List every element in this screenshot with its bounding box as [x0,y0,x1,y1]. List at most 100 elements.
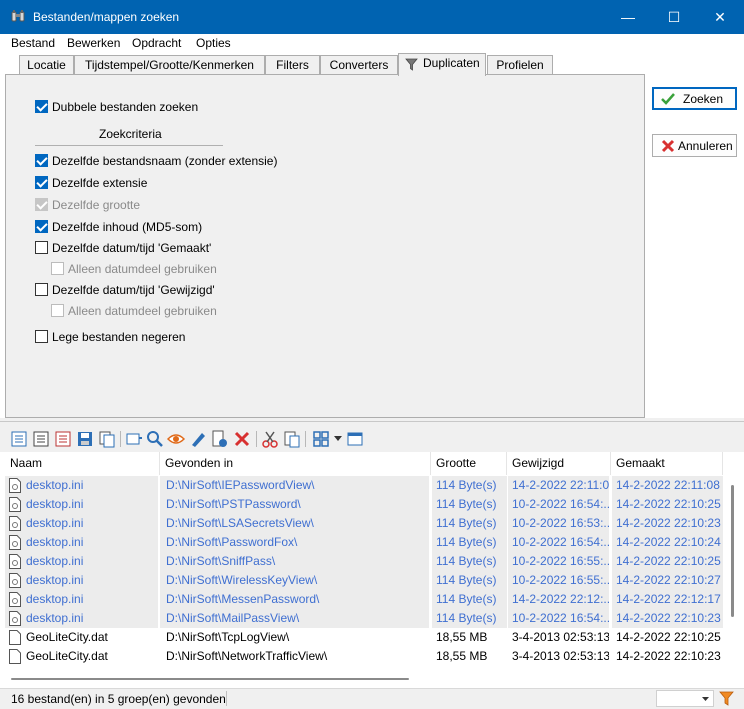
edit-icon[interactable] [189,430,207,448]
same-modified-checkbox[interactable] [35,283,48,296]
cell-modified: 14-2-2022 22:11:08 [512,478,609,492]
expand-all-icon[interactable] [10,430,28,448]
table-row[interactable]: desktop.ini D:\NirSoft\PSTPassword\ 114 By… [5,495,723,514]
tab-tijdstempel[interactable]: Tijdstempel/Grootte/Kenmerken [74,55,265,74]
chevron-down-icon[interactable] [334,436,342,442]
menu-bewerken[interactable]: Bewerken [67,36,120,50]
cell-folder: D:\NirSoft\PasswordFox\ [166,535,298,549]
tab-duplicaten[interactable]: Duplicaten [398,53,486,76]
table-row[interactable]: desktop.ini D:\NirSoft\IEPasswordView\ 114… [5,476,723,495]
cell-name: desktop.ini [26,535,84,549]
minimize-button[interactable]: — [605,0,651,34]
file-info-icon[interactable] [210,430,228,448]
view-icon[interactable] [167,430,185,448]
cell-size: 114 Byte(s) [436,592,497,606]
window-icon[interactable] [346,430,364,448]
cut-icon[interactable] [261,430,279,448]
cell-name: desktop.ini [26,592,84,606]
ignore-empty-checkbox[interactable] [35,330,48,343]
toolbar-separator [305,431,306,447]
settings-file-icon [9,554,21,569]
cell-created: 14-2-2022 22:10:23 [616,516,721,530]
cell-created: 14-2-2022 22:12:17 [616,592,721,606]
find-duplicates-checkbox[interactable] [35,100,48,113]
same-content-checkbox[interactable] [35,220,48,233]
filter-icon[interactable] [719,691,734,706]
binoculars-icon [11,10,25,22]
tab-profielen[interactable]: Profielen [487,55,553,74]
table-row[interactable]: desktop.ini D:\NirSoft\WirelessKeyView\ 11… [5,571,723,590]
column-header-grootte[interactable]: Grootte [431,452,507,475]
maximize-button[interactable]: ☐ [651,0,697,34]
cell-modified: 10-2-2022 16:54:... [512,535,609,549]
settings-file-icon [9,592,21,607]
cell-created: 14-2-2022 22:10:24 [616,535,721,549]
cell-size: 114 Byte(s) [436,554,497,568]
horizontal-scrollbar[interactable] [5,670,725,687]
html-report-icon[interactable] [54,430,72,448]
status-text: 16 bestand(en) in 5 groep(en) gevonden [11,692,226,706]
column-header-gewijzigd[interactable]: Gewijzigd [507,452,611,475]
table-row[interactable]: desktop.ini D:\NirSoft\MessenPassword\ 114… [5,590,723,609]
same-created-checkbox[interactable] [35,241,48,254]
cell-modified: 10-2-2022 16:53:... [512,516,609,530]
properties-icon[interactable] [125,430,143,448]
cell-modified: 10-2-2022 16:54:... [512,611,609,625]
cell-created: 14-2-2022 22:10:25 [616,630,721,644]
settings-file-icon [9,611,21,626]
checkmark-icon [661,93,675,105]
toolbar [0,426,744,452]
table-row[interactable]: GeoLiteCity.dat D:\NirSoft\TcpLogView\ 18,… [5,628,723,647]
tab-locatie[interactable]: Locatie [19,55,74,74]
cell-size: 114 Byte(s) [436,497,497,511]
view-mode-icon[interactable] [312,430,330,448]
paste-icon[interactable] [283,430,301,448]
horizontal-scroll-thumb[interactable] [11,678,409,680]
cell-folder: D:\NirSoft\MailPassView\ [166,611,300,625]
table-row[interactable]: desktop.ini D:\NirSoft\PasswordFox\ 114 By… [5,533,723,552]
menu-opdracht[interactable]: Opdracht [132,36,181,50]
modified-date-only-checkbox[interactable] [51,304,64,317]
created-date-only-label: Alleen datumdeel gebruiken [68,262,217,276]
cell-size: 114 Byte(s) [436,535,497,549]
table-row[interactable]: desktop.ini D:\NirSoft\LSASecretsView\ 114… [5,514,723,533]
cell-created: 14-2-2022 22:10:27 [616,573,721,587]
cancel-button[interactable]: Annuleren [652,134,737,157]
cell-name: desktop.ini [26,554,84,568]
chevron-down-icon [702,697,709,701]
filter-dropdown[interactable] [656,690,714,707]
tab-filters[interactable]: Filters [265,55,320,74]
same-size-checkbox[interactable] [35,198,48,211]
cell-size: 18,55 MB [436,630,488,644]
cell-name: desktop.ini [26,497,84,511]
results-list[interactable]: Naam Gevonden in Grootte Gewijzigd Gemaa… [5,452,741,670]
tab-duplicaten-label: Duplicaten [423,56,480,70]
cell-created: 14-2-2022 22:10:25 [616,497,721,511]
vertical-scrollbar[interactable] [725,475,741,670]
column-header-gevonden-in[interactable]: Gevonden in [160,452,431,475]
search-icon[interactable] [146,430,164,448]
same-name-label: Dezelfde bestandsnaam (zonder extensie) [52,154,278,168]
duplicates-panel: Dubbele bestanden zoeken Zoekcriteria De… [5,74,645,418]
save-icon[interactable] [76,430,94,448]
search-button[interactable]: Zoeken [652,87,737,110]
column-header-naam[interactable]: Naam [5,452,160,475]
table-row[interactable]: GeoLiteCity.dat D:\NirSoft\NetworkTraffic… [5,647,723,666]
menu-opties[interactable]: Opties [196,36,231,50]
table-row[interactable]: desktop.ini D:\NirSoft\MailPassView\ 114 B… [5,609,723,628]
delete-icon[interactable] [233,430,251,448]
vertical-scroll-thumb[interactable] [731,485,734,617]
same-name-checkbox[interactable] [35,154,48,167]
collapse-all-icon[interactable] [32,430,50,448]
cell-modified: 3-4-2013 02:53:13 [512,649,609,663]
created-date-only-checkbox[interactable] [51,262,64,275]
splitter[interactable] [0,418,744,426]
menu-bestand[interactable]: Bestand [11,36,55,50]
same-extension-checkbox[interactable] [35,176,48,189]
tab-converters[interactable]: Converters [320,55,398,74]
copy-icon[interactable] [98,430,116,448]
cell-folder: D:\NirSoft\TcpLogView\ [166,630,290,644]
close-button[interactable]: ✕ [697,0,743,34]
table-row[interactable]: desktop.ini D:\NirSoft\SniffPass\ 114 Byte… [5,552,723,571]
column-header-gemaakt[interactable]: Gemaakt [611,452,723,475]
